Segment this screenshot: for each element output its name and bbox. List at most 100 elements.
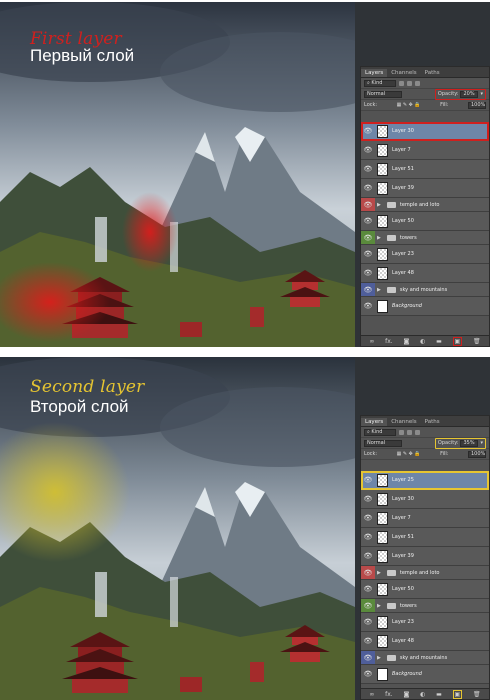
adjustment-icon[interactable]: ◐ <box>420 691 425 698</box>
layer-row[interactable]: 👁 Layer 51 <box>361 160 489 179</box>
adjustment-filter-icon[interactable] <box>407 429 412 435</box>
layer-row[interactable]: 👁 Layer 7 <box>361 141 489 160</box>
eye-icon[interactable]: 👁 <box>361 599 375 612</box>
eye-icon[interactable]: 👁 <box>361 490 375 508</box>
layer-group-row[interactable]: 👁 ▶ temple and loto <box>361 566 489 580</box>
folder-icon[interactable]: ▬ <box>436 338 442 345</box>
opacity-input[interactable]: 20% <box>460 90 479 98</box>
layer-row[interactable]: 👁 Layer 39 <box>361 547 489 566</box>
filter-kind-label: Kind <box>371 80 383 86</box>
layer-row[interactable]: 👁 Layer 50 <box>361 212 489 231</box>
mask-icon[interactable]: ◙ <box>403 691 409 698</box>
lock-icons[interactable]: ▦ ✎ ✥ 🔒 <box>397 451 421 457</box>
eye-icon[interactable]: 👁 <box>361 122 375 140</box>
link-icon[interactable]: ∞ <box>369 691 374 698</box>
eye-icon[interactable]: 👁 <box>361 198 375 211</box>
eye-icon[interactable]: 👁 <box>361 566 375 579</box>
blend-row: Normal Opacity: 35% ▾ <box>361 437 489 449</box>
tab-paths[interactable]: Paths <box>421 69 444 77</box>
pixel-filter-icon[interactable] <box>399 80 404 86</box>
eye-icon[interactable]: 👁 <box>361 580 375 598</box>
fill-input[interactable]: 100% <box>467 450 486 458</box>
layer-row[interactable]: 👁 Layer 25 <box>361 471 489 490</box>
eye-icon[interactable]: 👁 <box>361 547 375 565</box>
layer-row[interactable]: 👁 Layer 50 <box>361 580 489 599</box>
eye-icon[interactable]: 👁 <box>361 613 375 631</box>
trash-icon[interactable]: 🗑 <box>473 691 481 698</box>
eye-icon[interactable]: 👁 <box>361 651 375 664</box>
layer-row[interactable]: 👁 Layer 48 <box>361 632 489 651</box>
expand-arrow-icon[interactable]: ▶ <box>377 655 381 661</box>
trash-icon[interactable]: 🗑 <box>473 338 481 345</box>
filter-kind-select[interactable]: ⌕ Kind <box>364 428 396 436</box>
expand-arrow-icon[interactable]: ▶ <box>377 603 381 609</box>
new-layer-icon[interactable]: ▣ <box>452 689 463 699</box>
eye-icon[interactable]: 👁 <box>361 509 375 527</box>
layer-thumbnail <box>377 299 388 313</box>
layer-group-row[interactable]: 👁 ▶ sky and mountains <box>361 651 489 665</box>
layer-thumbnail <box>377 492 388 506</box>
tab-channels[interactable]: Channels <box>387 69 420 77</box>
eye-icon[interactable]: 👁 <box>361 283 375 296</box>
chevron-down-icon[interactable]: ▾ <box>480 91 483 97</box>
eye-icon[interactable]: 👁 <box>361 231 375 244</box>
adjustment-icon[interactable]: ◐ <box>420 338 425 345</box>
layer-row[interactable]: 👁 Layer 30 <box>361 490 489 509</box>
layer-group-row[interactable]: 👁 ▶ towers <box>361 231 489 245</box>
eye-icon[interactable]: 👁 <box>361 212 375 230</box>
type-filter-icon[interactable] <box>415 429 420 435</box>
expand-arrow-icon[interactable]: ▶ <box>377 202 381 208</box>
fx-icon[interactable]: fx. <box>385 338 393 345</box>
filter-kind-select[interactable]: ⌕ Kind <box>364 79 396 87</box>
folder-icon[interactable]: ▬ <box>436 691 442 698</box>
layer-row[interactable]: 👁 Layer 23 <box>361 245 489 264</box>
lock-icons[interactable]: ▦ ✎ ✥ 🔒 <box>397 102 421 108</box>
tab-layers[interactable]: Layers <box>361 418 388 426</box>
blend-mode-select[interactable]: Normal <box>364 90 402 98</box>
fx-icon[interactable]: fx. <box>385 691 393 698</box>
panel-footer: ∞ fx. ◙ ◐ ▬ ▣ 🗑 <box>361 335 489 346</box>
expand-arrow-icon[interactable]: ▶ <box>377 235 381 241</box>
eye-icon[interactable]: 👁 <box>361 141 375 159</box>
layer-row[interactable]: 👁 Layer 48 <box>361 264 489 283</box>
layer-group-row[interactable]: 👁 ▶ sky and mountains <box>361 283 489 297</box>
tab-paths[interactable]: Paths <box>421 418 444 426</box>
opacity-control[interactable]: Opacity: 35% ▾ <box>434 437 486 449</box>
eye-icon[interactable]: 👁 <box>361 471 375 489</box>
layer-group-row[interactable]: 👁 ▶ temple and loto <box>361 198 489 212</box>
eye-icon[interactable]: 👁 <box>361 632 375 650</box>
type-filter-icon[interactable] <box>415 80 420 86</box>
blend-mode-select[interactable]: Normal <box>364 439 402 447</box>
link-icon[interactable]: ∞ <box>369 338 374 345</box>
fill-input[interactable]: 100% <box>467 101 486 109</box>
opacity-input[interactable]: 35% <box>460 439 479 447</box>
layer-row-background[interactable]: 👁 Background <box>361 297 489 316</box>
eye-icon[interactable]: 👁 <box>361 297 375 315</box>
tab-layers[interactable]: Layers <box>361 69 388 77</box>
caption-english: Second layer <box>30 377 145 397</box>
new-layer-icon[interactable]: ▣ <box>452 336 463 346</box>
layer-row[interactable]: 👁 Layer 7 <box>361 509 489 528</box>
layer-group-row[interactable]: 👁 ▶ towers <box>361 599 489 613</box>
eye-icon[interactable]: 👁 <box>361 264 375 282</box>
eye-icon[interactable]: 👁 <box>361 528 375 546</box>
layer-row[interactable]: 👁 Layer 51 <box>361 528 489 547</box>
eye-icon[interactable]: 👁 <box>361 245 375 263</box>
tab-channels[interactable]: Channels <box>387 418 420 426</box>
layer-thumbnail <box>377 247 388 261</box>
layer-row[interactable]: 👁 Layer 39 <box>361 179 489 198</box>
eye-icon[interactable]: 👁 <box>361 665 375 683</box>
layer-name: Layer 30 <box>392 128 414 134</box>
layer-row[interactable]: 👁 Layer 30 <box>361 122 489 141</box>
expand-arrow-icon[interactable]: ▶ <box>377 570 381 576</box>
opacity-control[interactable]: Opacity: 20% ▾ <box>434 88 486 100</box>
chevron-down-icon[interactable]: ▾ <box>480 440 483 446</box>
mask-icon[interactable]: ◙ <box>403 338 409 345</box>
eye-icon[interactable]: 👁 <box>361 179 375 197</box>
expand-arrow-icon[interactable]: ▶ <box>377 287 381 293</box>
layer-row[interactable]: 👁 Layer 23 <box>361 613 489 632</box>
layer-row-background[interactable]: 👁 Background <box>361 665 489 684</box>
eye-icon[interactable]: 👁 <box>361 160 375 178</box>
pixel-filter-icon[interactable] <box>399 429 404 435</box>
adjustment-filter-icon[interactable] <box>407 80 412 86</box>
